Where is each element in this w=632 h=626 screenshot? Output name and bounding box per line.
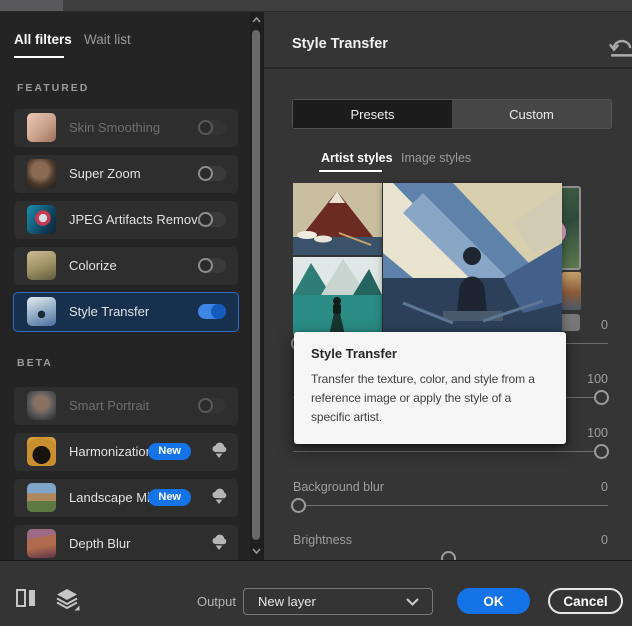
active-style-tab-underline (319, 170, 382, 172)
filter-thumbnail (27, 297, 56, 326)
toggle-switch[interactable] (198, 398, 226, 413)
slider-track[interactable] (293, 451, 608, 452)
style-thumbnail-fjord-photo[interactable] (293, 257, 382, 335)
tab-artist-styles[interactable]: Artist styles (321, 151, 393, 165)
filter-thumbnail (27, 113, 56, 142)
filter-item-landscape-mixer[interactable]: Landscape Mixer New (14, 479, 238, 517)
filter-label: Smart Portrait (69, 398, 150, 413)
output-label: Output (196, 594, 236, 609)
new-badge: New (148, 489, 191, 506)
cloud-download-icon (210, 534, 228, 556)
output-dropdown[interactable]: New layer (243, 588, 433, 615)
header-divider (264, 67, 632, 69)
filter-label: JPEG Artifacts Removal (69, 212, 208, 227)
style-thumbnail-partial (560, 314, 580, 331)
toggle-switch[interactable] (198, 304, 226, 319)
tab-wait-list[interactable]: Wait list (84, 32, 131, 47)
active-tab-underline (14, 56, 64, 58)
slider-value: 0 (601, 318, 608, 332)
chevron-down-icon (406, 597, 419, 606)
section-title-beta: BETA (17, 357, 53, 369)
layers-icon[interactable] (56, 589, 80, 611)
style-thumbnail-partial[interactable] (562, 272, 581, 310)
split-view-icon[interactable] (16, 589, 36, 607)
slider-row-background-blur: Background blur 0 (291, 480, 608, 520)
filter-thumbnail (27, 391, 56, 420)
tooltip-title: Style Transfer (311, 346, 397, 361)
filter-detail-panel: Style Transfer Presets Custom Artist sty… (263, 12, 632, 566)
new-badge: New (148, 443, 191, 460)
filter-item-jpeg-artifacts-removal[interactable]: JPEG Artifacts Removal (14, 201, 238, 239)
filter-label: Colorize (69, 258, 117, 273)
filter-label: Super Zoom (69, 166, 141, 181)
slider-label: Background blur (293, 480, 385, 494)
cancel-button[interactable]: Cancel (548, 588, 623, 614)
filter-item-super-zoom[interactable]: Super Zoom (14, 155, 238, 193)
filter-label: Style Transfer (69, 304, 150, 319)
segment-presets[interactable]: Presets (293, 100, 452, 128)
reset-icon[interactable] (609, 36, 632, 58)
filter-thumbnail (27, 159, 56, 188)
tooltip-body: Transfer the texture, color, and style f… (311, 372, 535, 425)
slider-value: 0 (601, 480, 608, 494)
style-transfer-tooltip: Style Transfer Transfer the texture, col… (294, 332, 566, 444)
slider-label: Brightness (293, 533, 353, 547)
slider-thumb[interactable] (291, 498, 306, 513)
tab-image-styles[interactable]: Image styles (401, 151, 471, 165)
cloud-download-icon (210, 442, 228, 464)
window-top-strip (0, 0, 632, 12)
output-dropdown-value: New layer (258, 594, 316, 609)
scroll-up-icon[interactable] (252, 17, 261, 23)
slider-thumb[interactable] (594, 444, 609, 459)
filter-thumbnail (27, 205, 56, 234)
slider-value: 100 (587, 372, 608, 386)
tab-all-filters[interactable]: All filters (14, 32, 72, 47)
slider-track[interactable] (293, 505, 608, 506)
filter-item-colorize[interactable]: Colorize (14, 247, 238, 285)
filter-item-depth-blur[interactable]: Depth Blur (14, 525, 238, 563)
toggle-switch[interactable] (198, 120, 226, 135)
slider-value: 0 (601, 533, 608, 547)
filter-thumbnail (27, 251, 56, 280)
top-strip-segment (0, 0, 63, 11)
slider-thumb[interactable] (594, 390, 609, 405)
filter-thumbnail (27, 437, 56, 466)
presets-custom-segmented-control: Presets Custom (292, 99, 612, 129)
style-thumbnail-hover-preview[interactable] (383, 183, 562, 335)
filter-thumbnail (27, 483, 56, 512)
filter-item-smart-portrait[interactable]: Smart Portrait (14, 387, 238, 425)
panel-title: Style Transfer (292, 36, 388, 52)
ok-button[interactable]: OK (457, 588, 530, 614)
style-thumbnail-fuji[interactable] (293, 183, 382, 255)
slider-value: 100 (587, 426, 608, 440)
dialog-footer: Output New layer OK Cancel (0, 560, 632, 626)
filter-item-harmonization[interactable]: Harmonization New (14, 433, 238, 471)
cloud-download-icon (210, 488, 228, 510)
filter-label: Depth Blur (69, 536, 131, 551)
filter-label: Skin Smoothing (69, 120, 161, 135)
filter-list-panel: All filters Wait list FEATURED Skin Smoo… (0, 12, 250, 563)
toggle-switch[interactable] (198, 258, 226, 273)
segment-custom[interactable]: Custom (452, 100, 611, 128)
filter-label: Harmonization (69, 444, 153, 459)
neural-filters-dialog: All filters Wait list FEATURED Skin Smoo… (0, 0, 632, 626)
toggle-switch[interactable] (198, 166, 226, 181)
scrollbar-thumb[interactable] (252, 30, 260, 540)
filter-thumbnail (27, 529, 56, 558)
filter-item-skin-smoothing[interactable]: Skin Smoothing (14, 109, 238, 147)
scroll-down-icon[interactable] (252, 548, 261, 554)
section-title-featured: FEATURED (17, 82, 90, 94)
toggle-switch[interactable] (198, 212, 226, 227)
filter-item-style-transfer[interactable]: Style Transfer (13, 292, 239, 332)
